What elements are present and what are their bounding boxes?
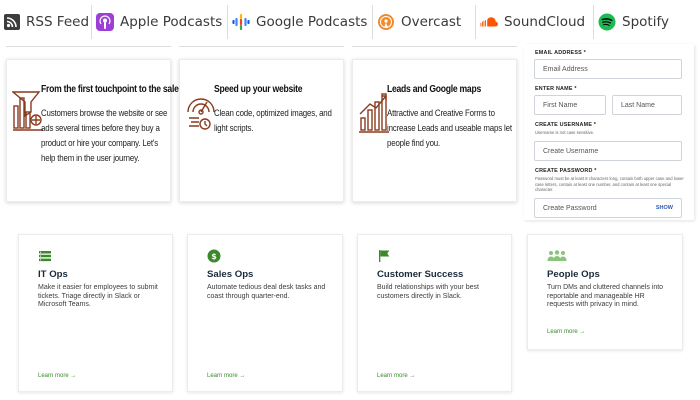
learn-more-link[interactable]: Learn more → <box>207 373 245 379</box>
email-field[interactable]: Email Address <box>534 59 682 79</box>
username-field[interactable]: Create Username <box>534 141 682 161</box>
feature-card-leads: Leads and Google maps Attractive and Cre… <box>352 59 517 202</box>
google-podcasts-link[interactable]: Google Podcasts <box>228 5 373 39</box>
team-card-body: Make it easier for employees to submit t… <box>38 284 158 309</box>
rss-icon <box>4 13 20 31</box>
learn-more-link[interactable]: Learn more → <box>547 329 585 335</box>
team-card-body: Build relationships with your best custo… <box>377 284 479 300</box>
google-podcasts-label: Google Podcasts <box>256 14 368 30</box>
overcast-link[interactable]: Overcast <box>373 5 476 39</box>
feature-card-body: Attractive and Creative Forms to increas… <box>387 108 512 148</box>
team-card-people-ops[interactable]: People Ops Turn DMs and cluttered channe… <box>527 234 683 350</box>
card-edge-divider <box>179 46 344 47</box>
team-card-title: Sales Ops <box>207 269 254 280</box>
soundcloud-icon <box>480 13 498 31</box>
feature-card-body: Clean code, optimized images, and light … <box>214 108 332 133</box>
first-name-field[interactable]: First Name <box>534 95 606 115</box>
feature-card-title: From the first touchpoint to the sale <box>41 84 179 95</box>
team-card-title: People Ops <box>547 269 600 280</box>
overcast-icon <box>377 13 395 31</box>
team-card-body: Automate tedious deal desk tasks and coa… <box>207 284 326 300</box>
team-card-sales-ops[interactable]: $ Sales Ops Automate tedious deal desk t… <box>187 234 343 392</box>
google-podcasts-icon <box>232 13 250 31</box>
team-card-customer-success[interactable]: Customer Success Build relationships wit… <box>357 234 512 392</box>
spotify-label: Spotify <box>622 14 669 30</box>
password-placeholder: Create Password <box>543 204 597 212</box>
podcast-subscribe-bar: RSS Feed Apple Podcasts Google Podcasts … <box>0 0 700 44</box>
email-label: EMAIL ADDRESS * <box>535 50 586 56</box>
growth-chart-icon <box>358 86 390 134</box>
spotify-icon <box>598 13 616 31</box>
rss-feed-label: RSS Feed <box>26 14 90 30</box>
username-help: Username is not case sensitive. <box>535 130 595 135</box>
people-group-icon <box>547 249 567 263</box>
overcast-label: Overcast <box>401 14 462 30</box>
card-edge-divider <box>352 46 517 47</box>
feature-card-body: Customers browse the website or see ads … <box>41 108 168 163</box>
feature-card-touchpoint: From the first touchpoint to the sale Cu… <box>6 59 179 202</box>
team-card-title: IT Ops <box>38 269 68 280</box>
card-edge-divider <box>6 46 171 47</box>
password-field[interactable]: Create Password SHOW <box>534 198 682 218</box>
name-label: ENTER NAME * <box>535 86 577 92</box>
soundcloud-link[interactable]: SoundCloud <box>476 5 594 39</box>
last-name-field[interactable]: Last Name <box>612 95 682 115</box>
password-label: CREATE PASSWORD * <box>535 168 597 174</box>
server-list-icon <box>38 249 52 263</box>
show-password-button[interactable]: SHOW <box>656 205 673 211</box>
password-help: Password must be at least 8 characters l… <box>535 176 684 192</box>
team-card-title: Customer Success <box>377 269 464 280</box>
team-card-it-ops[interactable]: IT Ops Make it easier for employees to s… <box>18 234 173 392</box>
apple-podcasts-icon <box>96 13 114 31</box>
team-card-body: Turn DMs and cluttered channels into rep… <box>547 284 664 309</box>
learn-more-link[interactable]: Learn more → <box>38 373 76 379</box>
feature-card-speed: Speed up your website Clean code, optimi… <box>179 59 344 202</box>
svg-text:$: $ <box>211 252 217 261</box>
dollar-badge-icon: $ <box>207 249 221 263</box>
username-label: CREATE USERNAME * <box>535 122 597 128</box>
feature-card-title: Leads and Google maps <box>387 84 481 95</box>
speedometer-icon <box>185 86 217 134</box>
funnel-chart-icon <box>11 86 44 134</box>
apple-podcasts-link[interactable]: Apple Podcasts <box>92 5 228 39</box>
feature-card-title: Speed up your website <box>214 84 303 95</box>
signup-form: EMAIL ADDRESS * Email Address ENTER NAME… <box>524 44 694 220</box>
soundcloud-label: SoundCloud <box>504 14 586 30</box>
flag-icon <box>377 249 391 263</box>
rss-feed-link[interactable]: RSS Feed <box>0 5 92 39</box>
spotify-link[interactable]: Spotify <box>594 5 698 39</box>
apple-podcasts-label: Apple Podcasts <box>120 14 223 30</box>
learn-more-link[interactable]: Learn more → <box>377 373 415 379</box>
